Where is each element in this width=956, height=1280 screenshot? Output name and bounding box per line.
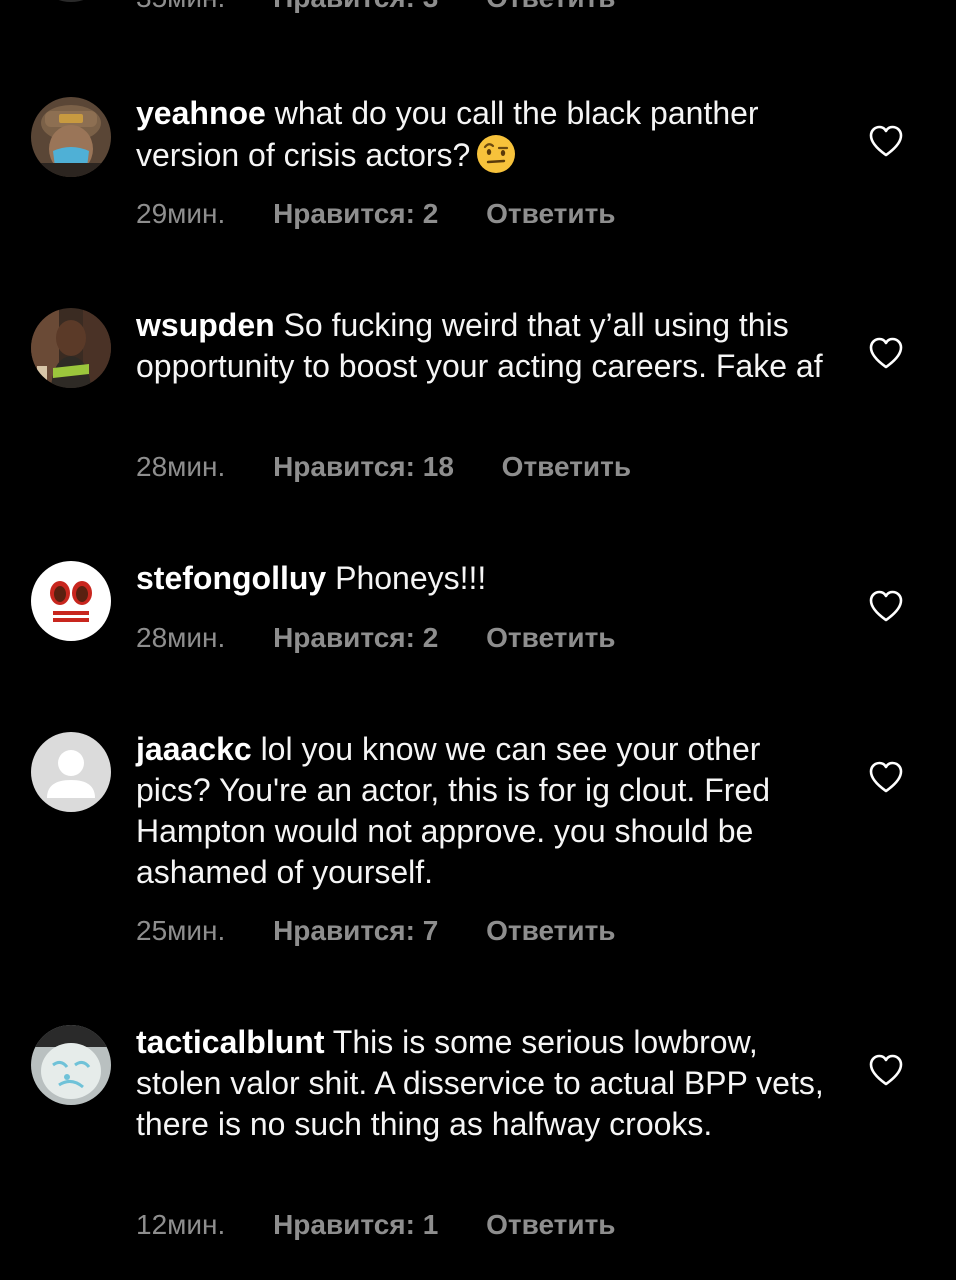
comment-time: 25мин. [136,915,226,946]
comment-text: yeahnoe what do you call the black panth… [136,93,826,176]
comment-text: wsupden So fucking weird that y’all usin… [136,305,826,387]
reply-button[interactable]: Ответить [486,913,615,949]
comment-likes[interactable]: Нравится: 2 [273,196,438,232]
comment-meta: 35мин. Нравится: 3 Ответить [136,0,656,16]
comment-username[interactable]: yeahnoe [136,95,266,131]
comment-text: stefongolluy Phoneys!!! [136,558,826,599]
comment-text: jaaackc lol you know we can see your oth… [136,729,826,893]
comment-likes[interactable]: Нравится: 2 [273,620,438,656]
reply-button[interactable]: Ответить [486,620,615,656]
comment-text: tacticalblunt This is some serious lowbr… [136,1022,826,1145]
reply-button[interactable]: Ответить [502,449,631,485]
face-with-raised-eyebrow-emoji [477,135,516,173]
heart-icon[interactable] [868,589,904,623]
comment-time: 28мин. [136,451,226,482]
comment-meta: 28мин. Нравится: 2 Ответить [136,620,656,656]
avatar[interactable] [31,732,111,812]
reply-button[interactable]: Ответить [486,0,615,16]
comment-body: Phoneys!!! [326,560,487,596]
avatar[interactable] [31,308,111,388]
comment-meta: 25мин. Нравится: 7 Ответить [136,913,656,949]
heart-icon[interactable] [868,336,904,370]
comment-username[interactable]: tacticalblunt [136,1024,324,1060]
avatar[interactable] [31,561,111,641]
comment-likes[interactable]: Нравится: 3 [273,0,438,16]
heart-icon[interactable] [868,124,904,158]
comment-time: 35мин. [136,0,225,16]
comment-username[interactable]: jaaackc [136,731,252,767]
avatar[interactable] [31,97,111,177]
comment-meta: 28мин. Нравится: 18 Ответить [136,449,671,485]
reply-button[interactable]: Ответить [486,1207,615,1243]
comment-time: 12мин. [136,1209,226,1240]
heart-icon[interactable] [868,760,904,794]
comment-meta: 12мин. Нравится: 1 Ответить [136,1207,656,1243]
comment-time: 28мин. [136,622,226,653]
comment-username[interactable]: wsupden [136,307,275,343]
avatar[interactable] [31,1025,111,1105]
comment-time: 29мин. [136,198,226,229]
heart-icon[interactable] [868,1053,904,1087]
comment-likes[interactable]: Нравится: 7 [273,913,438,949]
comment-meta: 29мин. Нравится: 2 Ответить [136,196,656,232]
comments-list: 35мин. Нравится: 3 Ответить yeahnoe what… [0,0,956,1280]
reply-button[interactable]: Ответить [486,196,615,232]
comment-likes[interactable]: Нравится: 18 [273,449,454,485]
comment-username[interactable]: stefongolluy [136,560,326,596]
comment-likes[interactable]: Нравится: 1 [273,1207,438,1243]
avatar[interactable] [31,0,111,2]
